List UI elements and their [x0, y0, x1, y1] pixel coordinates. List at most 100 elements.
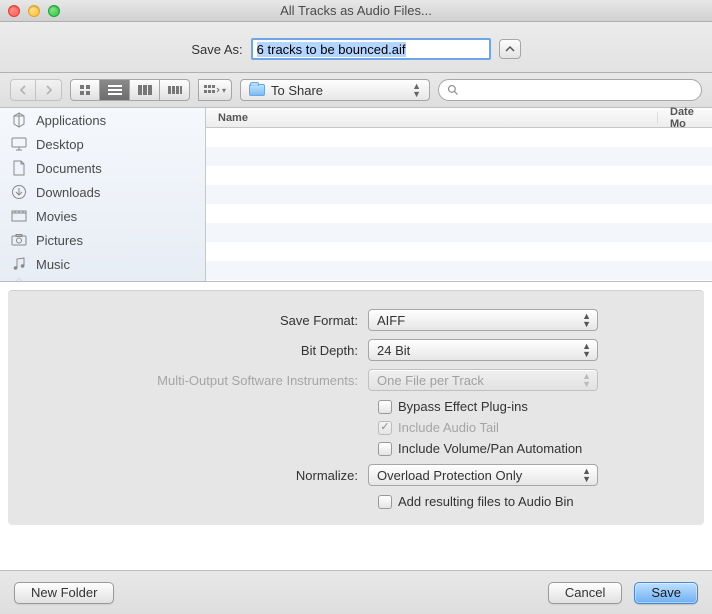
sidebar-item-documents[interactable]: Documents [0, 156, 205, 180]
sidebar-item-label: Documents [36, 161, 102, 176]
sidebar-item-label: Music [36, 257, 70, 272]
titlebar: All Tracks as Audio Files... [0, 0, 712, 22]
include-vol-checkbox[interactable] [378, 442, 392, 456]
file-list-pane: Name Date Mo [206, 108, 712, 281]
cancel-button[interactable]: Cancel [548, 582, 622, 604]
sidebar-item-music[interactable]: Music [0, 252, 205, 276]
updown-arrows-icon: ▲▼ [582, 467, 591, 483]
options-panel: Save Format: AIFF ▲▼ Bit Depth: 24 Bit ▲… [8, 290, 704, 525]
multi-output-label: Multi-Output Software Instruments: [38, 373, 368, 388]
desktop-icon [10, 136, 28, 152]
sidebar-item-downloads[interactable]: Downloads [0, 180, 205, 204]
new-folder-button[interactable]: New Folder [14, 582, 114, 604]
column-name[interactable]: Name [206, 112, 658, 124]
arrange-button-group: ▾ [198, 79, 232, 101]
list-view-button[interactable] [100, 79, 130, 101]
file-browser: Applications Desktop Documents Downloads… [0, 108, 712, 282]
view-mode-group [70, 79, 190, 101]
sidebar-item-label: Pictures [36, 233, 83, 248]
save-format-value: AIFF [377, 313, 405, 328]
nav-button-group [10, 79, 62, 101]
documents-icon [10, 160, 28, 176]
save-format-label: Save Format: [38, 313, 368, 328]
sidebar[interactable]: Applications Desktop Documents Downloads… [0, 108, 206, 281]
collapse-sheet-button[interactable] [499, 39, 521, 59]
bypass-row: Bypass Effect Plug-ins [38, 399, 674, 414]
include-tail-checkbox [378, 421, 392, 435]
bottom-bar: New Folder Cancel Save [0, 570, 712, 614]
coverflow-view-button[interactable] [160, 79, 190, 101]
forward-button[interactable] [36, 79, 62, 101]
updown-arrows-icon: ▲▼ [582, 372, 591, 388]
updown-arrows-icon: ▲▼ [582, 342, 591, 358]
coverflow-view-icon [168, 85, 182, 95]
path-label: To Share [271, 83, 323, 98]
search-input[interactable] [465, 83, 693, 97]
finder-toolbar: ▾ To Share ▲▼ [0, 73, 712, 108]
include-vol-row: Include Volume/Pan Automation [38, 441, 674, 456]
list-row [206, 147, 712, 166]
list-header[interactable]: Name Date Mo [206, 108, 712, 128]
normalize-value: Overload Protection Only [377, 468, 522, 483]
pictures-icon [10, 232, 28, 248]
list-row [206, 166, 712, 185]
column-view-icon [138, 85, 152, 95]
sidebar-item-applications[interactable]: Applications [0, 108, 205, 132]
filename-input[interactable] [251, 38, 491, 60]
back-button[interactable] [10, 79, 36, 101]
icon-view-button[interactable] [70, 79, 100, 101]
bit-depth-row: Bit Depth: 24 Bit ▲▼ [38, 339, 674, 361]
bit-depth-select[interactable]: 24 Bit ▲▼ [368, 339, 598, 361]
normalize-label: Normalize: [38, 468, 368, 483]
list-row [206, 261, 712, 280]
updown-arrows-icon: ▲▼ [582, 312, 591, 328]
music-icon [10, 256, 28, 272]
list-row [206, 128, 712, 147]
home-icon [10, 273, 28, 281]
movies-icon [10, 208, 28, 224]
arrange-icon [204, 85, 220, 95]
downloads-icon [10, 184, 28, 200]
multi-output-value: One File per Track [377, 373, 484, 388]
include-tail-label: Include Audio Tail [398, 420, 499, 435]
folder-icon [249, 84, 265, 96]
sidebar-item-label: Applications [36, 113, 106, 128]
bypass-checkbox[interactable] [378, 400, 392, 414]
column-date[interactable]: Date Mo [658, 106, 712, 130]
chevron-right-icon [45, 85, 53, 95]
save-button[interactable]: Save [634, 582, 698, 604]
save-format-row: Save Format: AIFF ▲▼ [38, 309, 674, 331]
normalize-select[interactable]: Overload Protection Only ▲▼ [368, 464, 598, 486]
chevron-up-icon [505, 45, 515, 53]
list-row [206, 204, 712, 223]
window-title: All Tracks as Audio Files... [0, 3, 712, 18]
list-row [206, 242, 712, 261]
sidebar-item-label: Movies [36, 209, 77, 224]
sidebar-item-movies[interactable]: Movies [0, 204, 205, 228]
save-format-select[interactable]: AIFF ▲▼ [368, 309, 598, 331]
multi-output-row: Multi-Output Software Instruments: One F… [38, 369, 674, 391]
column-view-button[interactable] [130, 79, 160, 101]
sidebar-item-pictures[interactable]: Pictures [0, 228, 205, 252]
bypass-label: Bypass Effect Plug-ins [398, 399, 528, 414]
list-view-icon [108, 85, 122, 95]
search-field-wrap[interactable] [438, 79, 702, 101]
icon-view-icon [79, 84, 91, 96]
arrange-button[interactable]: ▾ [198, 79, 232, 101]
sidebar-item-label: Desktop [36, 137, 84, 152]
add-to-bin-checkbox[interactable] [378, 495, 392, 509]
sidebar-item-label: Downloads [36, 185, 100, 200]
search-icon [447, 84, 459, 96]
list-row [206, 223, 712, 242]
save-as-bar: Save As: [0, 22, 712, 73]
include-vol-label: Include Volume/Pan Automation [398, 441, 582, 456]
applications-icon [10, 112, 28, 128]
file-list-rows[interactable] [206, 128, 712, 281]
path-popup[interactable]: To Share ▲▼ [240, 79, 430, 101]
updown-arrows-icon: ▲▼ [412, 82, 421, 98]
save-as-label: Save As: [191, 42, 242, 57]
chevron-left-icon [19, 85, 27, 95]
bit-depth-label: Bit Depth: [38, 343, 368, 358]
normalize-row: Normalize: Overload Protection Only ▲▼ [38, 464, 674, 486]
sidebar-item-desktop[interactable]: Desktop [0, 132, 205, 156]
